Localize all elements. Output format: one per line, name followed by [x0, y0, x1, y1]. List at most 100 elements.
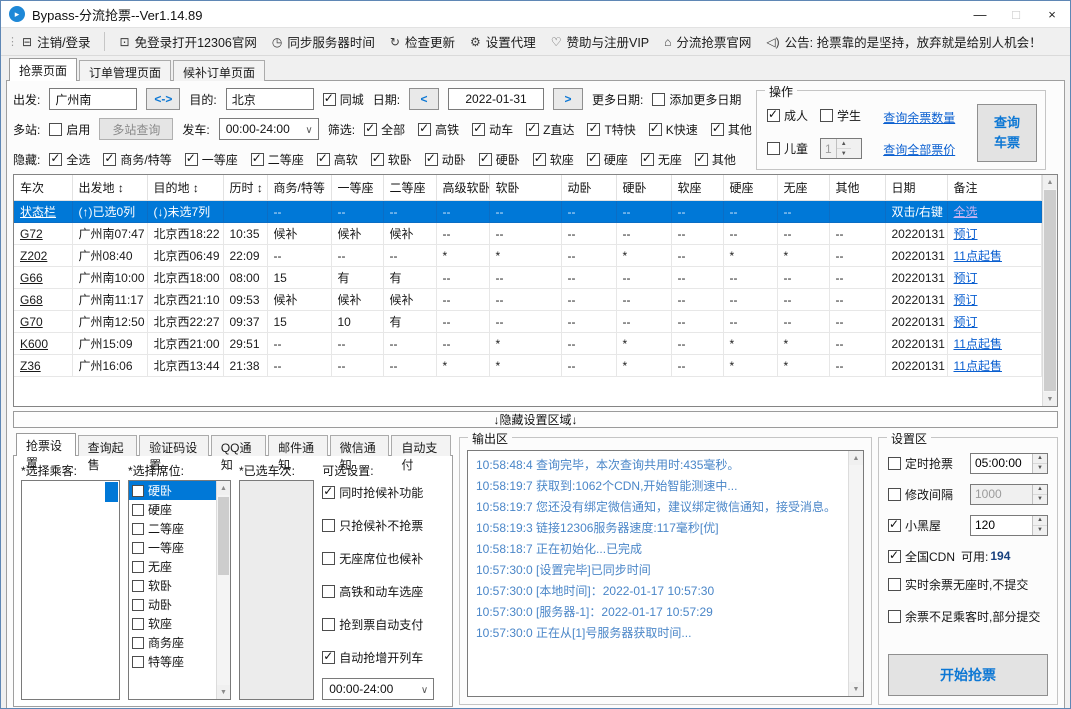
- toolbar-item[interactable]: ⊡ 免登录打开12306官网: [120, 32, 257, 51]
- stepper-buttons[interactable]: [1032, 515, 1047, 535]
- main-tab[interactable]: 抢票页面: [9, 58, 78, 81]
- hide-checkbox[interactable]: 软座: [532, 151, 574, 168]
- action-cell[interactable]: 全选: [946, 200, 1042, 223]
- table-row[interactable]: Z202 广州08:40 北京西06:49 22:09 -- -- -- * * -- * -- * * -…: [14, 244, 1042, 267]
- spin-up-icon[interactable]: [1033, 515, 1047, 526]
- seat-option-row[interactable]: 特等座: [129, 652, 216, 671]
- depart-time-select[interactable]: 00:00-24:00: [218, 118, 319, 140]
- seat-list-scrollbar[interactable]: [215, 481, 230, 699]
- main-tab[interactable]: 订单管理页面: [79, 60, 172, 81]
- toolbar-item[interactable]: ⚙ 设置代理: [470, 32, 536, 51]
- scrollbar-track[interactable]: [1043, 189, 1057, 392]
- spin-down-icon[interactable]: [1033, 494, 1047, 504]
- spin-down-icon[interactable]: [1033, 463, 1047, 473]
- hide-checkbox[interactable]: 高软: [316, 151, 358, 168]
- seat-option-row[interactable]: 商务座: [129, 633, 216, 652]
- filter-checkbox[interactable]: 其他: [710, 121, 752, 138]
- maximize-button[interactable]: □: [998, 1, 1034, 27]
- add-more-dates-checkbox[interactable]: 添加更多日期: [652, 91, 741, 108]
- settings-tab[interactable]: 验证码设置: [139, 435, 209, 472]
- table-scrollbar[interactable]: [1042, 175, 1057, 406]
- column-header[interactable]: 历时 ↕: [222, 175, 268, 201]
- check-all-prices-link[interactable]: 查询全部票价: [883, 141, 969, 158]
- table-row[interactable]: G72 广州南07:47 北京西18:22 10:35 候补 候补 候补 -- -- -- -- --…: [14, 222, 1042, 245]
- filter-checkbox[interactable]: Z直达: [526, 121, 574, 138]
- scroll-up-icon[interactable]: [849, 451, 863, 465]
- cdn-checkbox[interactable]: 全国CDN: [888, 548, 955, 565]
- train-number-link[interactable]: G72: [20, 227, 43, 241]
- setting-checkbox[interactable]: 实时余票无座时,不提交: [888, 576, 1028, 593]
- settings-tab[interactable]: QQ通知: [210, 435, 267, 472]
- train-number[interactable]: Z36: [14, 354, 73, 377]
- train-number-link[interactable]: Z202: [20, 249, 47, 263]
- minimize-button[interactable]: —: [962, 1, 998, 27]
- table-row[interactable]: G70 广州南12:50 北京西22:27 09:37 15 10 有 -- -- -- -- -- -…: [14, 310, 1042, 333]
- action-cell-link[interactable]: 预订: [954, 315, 978, 329]
- option-checkbox[interactable]: 只抢候补不抢票: [322, 517, 445, 534]
- hide-checkbox[interactable]: 商务/特等: [103, 151, 172, 168]
- toolbar-item[interactable]: ◁) 公告: 抢票靠的是坚持，放弃就是给别人机会！: [766, 32, 1041, 51]
- column-header[interactable]: 二等座: [382, 175, 437, 201]
- close-button[interactable]: ×: [1034, 1, 1070, 27]
- hide-checkbox[interactable]: 一等座: [184, 151, 238, 168]
- filter-checkbox[interactable]: 高铁: [418, 121, 459, 138]
- action-cell[interactable]: 11点起售: [946, 244, 1042, 267]
- status-row[interactable]: 状态栏 (↑)已选0列 (↓)未选7列 -- -- -- -- -- -- -- -- -- -- 双击/…: [14, 200, 1042, 223]
- train-number[interactable]: G70: [14, 310, 73, 333]
- swap-stations-button[interactable]: <->: [146, 88, 181, 110]
- action-cell[interactable]: 11点起售: [946, 354, 1042, 377]
- train-number-link[interactable]: G66: [20, 271, 43, 285]
- column-header[interactable]: 软卧: [488, 175, 562, 201]
- seat-option-row[interactable]: 硬座: [129, 500, 216, 519]
- dest-input[interactable]: 北京: [225, 88, 314, 110]
- setting-stepper[interactable]: 120: [970, 514, 1048, 536]
- hide-checkbox[interactable]: 其他: [694, 151, 736, 168]
- seat-option-row[interactable]: 无座: [129, 557, 216, 576]
- date-next-button[interactable]: >: [553, 88, 584, 110]
- scrollbar-thumb[interactable]: [1044, 190, 1056, 391]
- scroll-down-icon[interactable]: [216, 685, 230, 699]
- passenger-list[interactable]: [21, 480, 121, 700]
- column-header[interactable]: 目的地 ↕: [146, 175, 224, 201]
- settings-tab[interactable]: 邮件通知: [268, 435, 328, 472]
- column-header[interactable]: 其他: [828, 175, 886, 201]
- stepper-buttons[interactable]: [1032, 453, 1047, 473]
- action-cell[interactable]: 预订: [946, 288, 1042, 311]
- column-header[interactable]: 备注: [946, 175, 1042, 201]
- settings-tab[interactable]: 自动支付: [391, 435, 451, 472]
- seat-checkbox[interactable]: [132, 598, 145, 611]
- column-header[interactable]: 无座: [776, 175, 830, 201]
- train-number[interactable]: K600: [14, 332, 73, 355]
- scroll-down-icon[interactable]: [1043, 392, 1057, 406]
- seat-checkbox[interactable]: [132, 617, 145, 630]
- train-number-link[interactable]: Z36: [20, 359, 41, 373]
- scrollbar-track[interactable]: [217, 495, 230, 685]
- column-header[interactable]: 日期: [884, 175, 948, 201]
- hide-checkbox[interactable]: 无座: [640, 151, 682, 168]
- train-number[interactable]: G68: [14, 288, 73, 311]
- child-count-stepper[interactable]: 1: [820, 138, 863, 159]
- table-row[interactable]: K600 广州15:09 北京西21:00 29:51 -- -- -- -- * -- * -- * *…: [14, 332, 1042, 355]
- action-cell-link[interactable]: 11点起售: [954, 337, 1002, 351]
- scroll-down-icon[interactable]: [849, 682, 863, 696]
- action-cell-link[interactable]: 全选: [954, 205, 978, 219]
- setting-checkbox[interactable]: 修改间隔: [888, 486, 953, 503]
- toolbar-item[interactable]: ⊟ 注销/登录: [22, 32, 105, 51]
- main-tab[interactable]: 候补订单页面: [173, 60, 266, 81]
- column-header[interactable]: 一等座: [330, 175, 384, 201]
- date-prev-button[interactable]: <: [409, 88, 440, 110]
- column-header[interactable]: 软座: [670, 175, 724, 201]
- column-header[interactable]: 高级软卧: [435, 175, 490, 201]
- action-cell[interactable]: 11点起售: [946, 332, 1042, 355]
- option-checkbox[interactable]: 无座席位也候补: [322, 550, 445, 567]
- seat-checkbox[interactable]: [132, 560, 145, 573]
- child-checkbox[interactable]: 儿童: [767, 140, 808, 157]
- table-row[interactable]: G66 广州南10:00 北京西18:00 08:00 15 有有 -- -- -- -- -- --…: [14, 266, 1042, 289]
- seat-option-row[interactable]: 动卧: [129, 595, 216, 614]
- selected-trains-list[interactable]: [238, 480, 315, 700]
- action-cell[interactable]: 预订: [946, 310, 1042, 333]
- seat-option-row[interactable]: 硬卧: [129, 481, 216, 500]
- query-tickets-button[interactable]: 查询车票: [976, 104, 1037, 162]
- toolbar-item[interactable]: ♡ 赞助与注册VIP: [551, 32, 649, 51]
- hide-checkbox[interactable]: 动卧: [424, 151, 466, 168]
